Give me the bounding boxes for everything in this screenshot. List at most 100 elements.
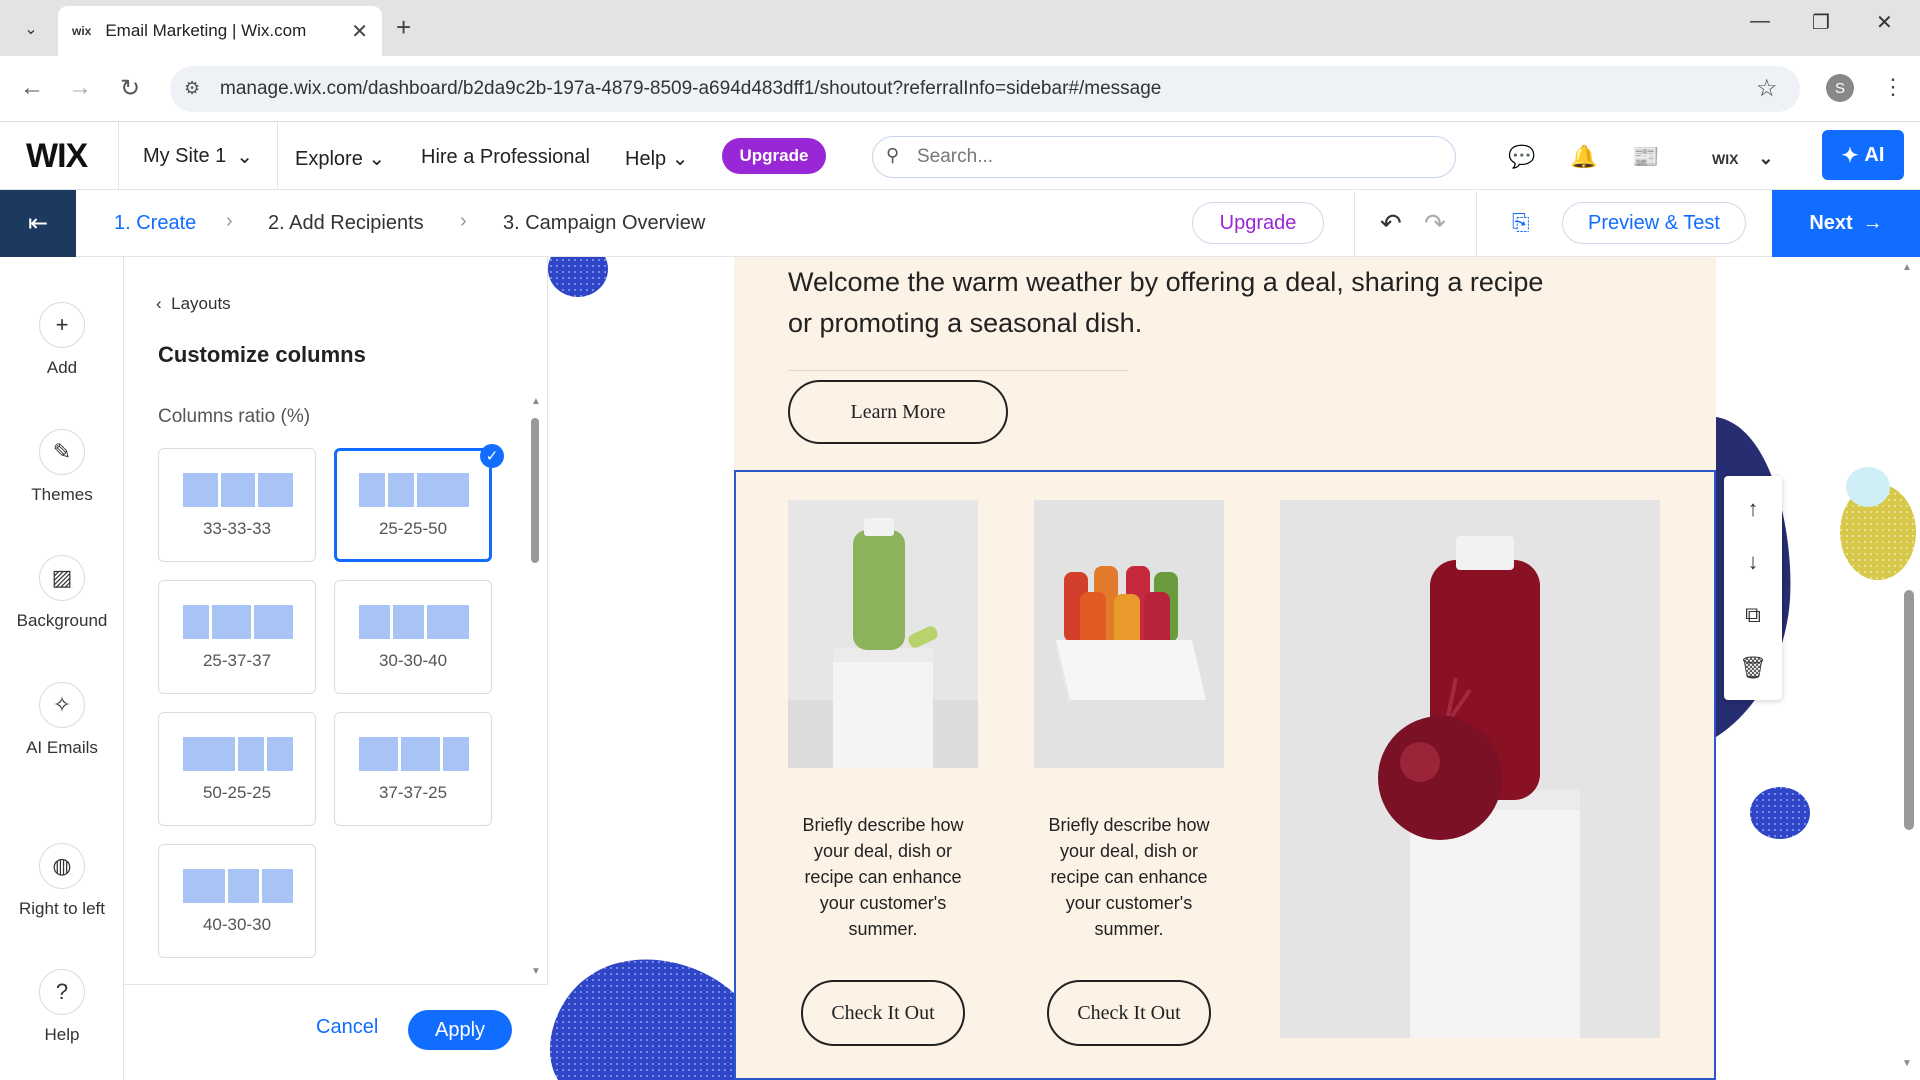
ratio-bar [254, 605, 293, 639]
step-add-recipients[interactable]: 2. Add Recipients [268, 212, 424, 235]
ratio-bar [427, 605, 469, 639]
ratio-bar [388, 473, 414, 507]
panel-scroll-thumb[interactable] [531, 418, 539, 563]
rail-ai-emails[interactable]: ✧ AI Emails [0, 682, 124, 758]
divider [788, 370, 1128, 371]
ratio-bar [393, 605, 425, 639]
save-draft-icon[interactable]: ⎘ [1512, 210, 1530, 236]
ratio-option-37-37-25[interactable]: 37-37-25 [334, 712, 492, 826]
rail-add[interactable]: + Add [0, 302, 124, 378]
ratio-option-50-25-25[interactable]: 50-25-25 [158, 712, 316, 826]
check-it-out-button-1[interactable]: Check It Out [801, 980, 965, 1046]
reload-icon[interactable]: ↻ [120, 74, 140, 103]
news-icon[interactable]: 📰 [1632, 144, 1659, 170]
ratio-preview [183, 473, 293, 507]
bell-icon[interactable]: 🔔 [1570, 144, 1597, 170]
columns-ratio-label: Columns ratio (%) [158, 406, 311, 427]
wix-logo[interactable]: WIX [26, 137, 88, 176]
ratio-option-33-33-33[interactable]: 33-33-33 [158, 448, 316, 562]
ratio-bar [183, 737, 235, 771]
ratio-bar [359, 605, 391, 639]
rail-right-to-left[interactable]: ◍ Right to left [0, 843, 124, 919]
search-icon: ⚲ [886, 145, 900, 165]
nav-explore[interactable]: Explore ⌄ [295, 146, 385, 171]
check-it-out-button-2[interactable]: Check It Out [1047, 980, 1211, 1046]
back-icon[interactable]: ← [20, 74, 44, 102]
rail-background[interactable]: ▨ Background [0, 555, 124, 631]
wizard-upgrade-button[interactable]: Upgrade [1192, 202, 1324, 244]
column-1-description[interactable]: Briefly describe how your deal, dish or … [788, 812, 978, 942]
chevron-right-icon: › [460, 210, 467, 232]
browser-tab[interactable]: wix Email Marketing | Wix.com ✕ [58, 6, 382, 56]
move-down-icon[interactable]: ↓ [1748, 549, 1759, 575]
brush-icon: ✎ [39, 429, 85, 475]
juice-green-image[interactable] [788, 500, 978, 768]
account-menu[interactable]: WIX ⌄ [1712, 148, 1773, 169]
minimize-icon[interactable]: — [1750, 10, 1770, 33]
ratio-option-30-30-40[interactable]: 30-30-40 [334, 580, 492, 694]
new-tab-icon[interactable]: + [396, 12, 411, 43]
forward-icon[interactable]: → [68, 74, 92, 102]
step-create[interactable]: 1. Create [114, 212, 196, 235]
divider [1354, 191, 1355, 257]
undo-icon[interactable]: ↶ [1380, 208, 1402, 239]
beet-juice-image[interactable] [1280, 500, 1660, 1038]
profile-avatar[interactable]: S [1826, 74, 1854, 102]
next-button[interactable]: Next → [1772, 190, 1920, 257]
upgrade-button[interactable]: Upgrade [722, 138, 826, 174]
scroll-down-icon[interactable]: ▼ [1902, 1058, 1912, 1069]
scroll-up-icon[interactable]: ▲ [1902, 262, 1912, 273]
ratio-option-40-30-30[interactable]: 40-30-30 [158, 844, 316, 958]
browser-menu-icon[interactable]: ⋮ [1882, 74, 1904, 100]
site-selector[interactable]: My Site 1 ⌄ [118, 122, 278, 190]
url-field[interactable]: manage.wix.com/dashboard/b2da9c2b-197a-4… [170, 66, 1800, 112]
ai-button[interactable]: ✦ AI [1822, 130, 1904, 180]
cancel-button[interactable]: Cancel [316, 1016, 378, 1039]
ratio-bar [359, 737, 398, 771]
tab-close-icon[interactable]: ✕ [351, 19, 368, 44]
canvas-scrollbar[interactable] [1904, 590, 1914, 830]
ratio-bar [220, 473, 256, 507]
restore-icon[interactable]: ❐ [1812, 10, 1830, 35]
exit-icon: ⇤ [27, 210, 49, 237]
ratio-option-label: 40-30-30 [202, 915, 272, 934]
redo-icon[interactable]: ↷ [1424, 208, 1446, 239]
search-input[interactable]: Search... [872, 136, 1456, 178]
help-icon: ? [39, 969, 85, 1015]
ratio-bar [359, 473, 385, 507]
bookmark-star-icon[interactable]: ☆ [1756, 74, 1778, 103]
sparkle-icon: ✧ [39, 682, 85, 728]
nav-hire-professional[interactable]: Hire a Professional [421, 146, 590, 169]
back-to-layouts-link[interactable]: ‹ Layouts [156, 294, 231, 314]
ratio-option-label: 50-25-25 [202, 783, 272, 802]
ratio-bar [183, 473, 218, 507]
chat-icon[interactable]: 💬 [1508, 144, 1535, 170]
intro-text[interactable]: Welcome the warm weather by offering a d… [788, 262, 1548, 344]
window-close-icon[interactable]: ✕ [1876, 10, 1893, 35]
preview-test-button[interactable]: Preview & Test [1562, 202, 1746, 244]
chevron-down-icon: ⌄ [671, 148, 689, 170]
learn-more-button[interactable]: Learn More [788, 380, 1008, 444]
ratio-bar [183, 605, 210, 639]
rail-themes[interactable]: ✎ Themes [0, 429, 124, 505]
step-campaign-overview[interactable]: 3. Campaign Overview [503, 212, 705, 235]
exit-editor-button[interactable]: ⇤ [0, 190, 76, 257]
ratio-preview [359, 473, 469, 507]
blob-bottom-left [549, 959, 738, 1080]
delete-icon[interactable]: 🗑 [1739, 655, 1767, 681]
move-up-icon[interactable]: ↑ [1748, 496, 1759, 522]
duplicate-icon[interactable]: ⧉ [1745, 602, 1761, 628]
site-info-icon[interactable]: ⚙ [184, 78, 200, 99]
nav-help[interactable]: Help ⌄ [625, 146, 688, 171]
ratio-option-25-37-37[interactable]: 25-37-37 [158, 580, 316, 694]
ratio-bar [227, 869, 259, 903]
tab-search-chevron-icon[interactable]: ⌄ [16, 14, 46, 44]
juice-crate-image[interactable] [1034, 500, 1224, 768]
ratio-option-25-25-50[interactable]: 25-25-50 [334, 448, 492, 562]
ratio-bar [267, 737, 293, 771]
ratio-option-label: 37-37-25 [378, 783, 448, 802]
ratio-option-label: 30-30-40 [378, 651, 448, 670]
column-2-description[interactable]: Briefly describe how your deal, dish or … [1034, 812, 1224, 942]
rail-help[interactable]: ? Help [0, 969, 124, 1045]
apply-button[interactable]: Apply [408, 1010, 512, 1050]
